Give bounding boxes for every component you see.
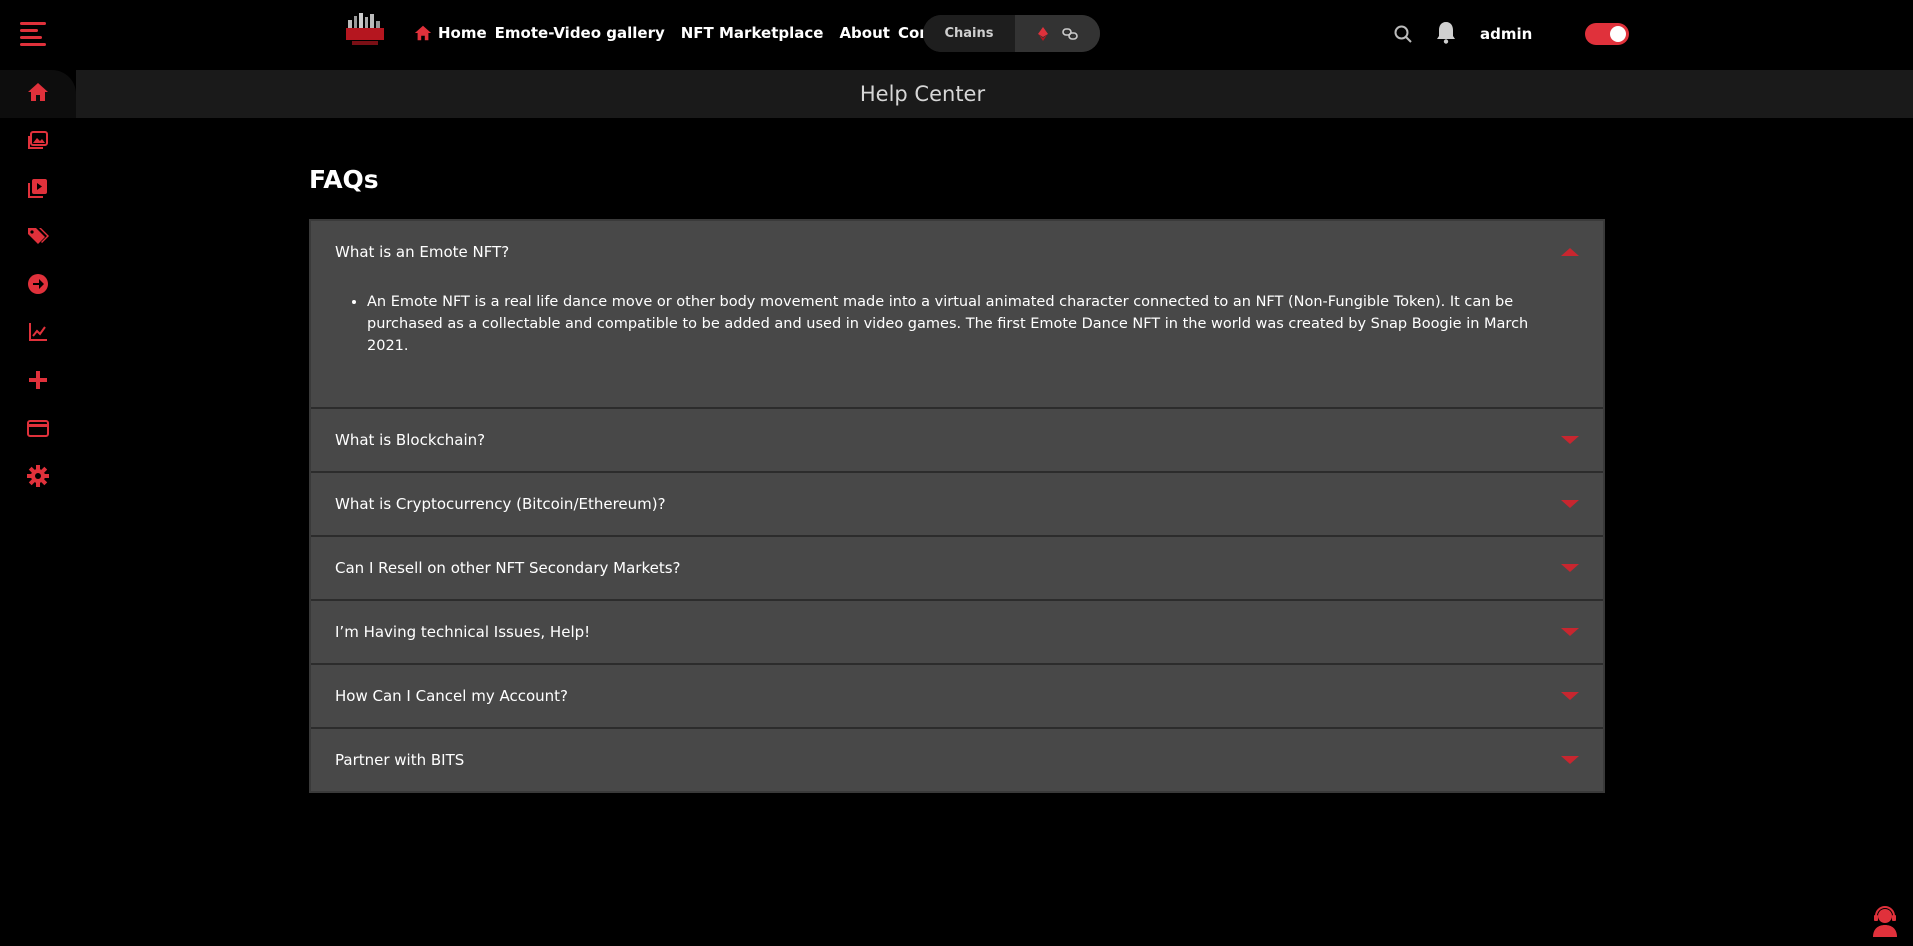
help-center-band: Help Center xyxy=(76,70,1913,118)
faq-item: What is Cryptocurrency (Bitcoin/Ethereum… xyxy=(311,473,1603,537)
chains-selector[interactable]: Chains xyxy=(923,15,1100,52)
chains-icons xyxy=(1015,15,1100,52)
faq-item: I’m Having technical Issues, Help! xyxy=(311,601,1603,665)
faq-question[interactable]: What is Blockchain? xyxy=(335,431,485,449)
card-icon[interactable] xyxy=(26,416,50,440)
chains-label[interactable]: Chains xyxy=(923,15,1015,52)
search-icon[interactable] xyxy=(1393,24,1413,44)
gallery-icon[interactable] xyxy=(26,128,50,152)
home-icon[interactable] xyxy=(414,24,432,42)
expand-arrow-icon[interactable] xyxy=(1561,628,1579,636)
faq-question-header[interactable]: What is an Emote NFT? xyxy=(311,221,1603,283)
toggle-knob xyxy=(1610,26,1626,42)
menu-icon[interactable] xyxy=(20,22,46,46)
faq-heading: FAQs xyxy=(309,165,379,194)
sidebar xyxy=(0,70,76,946)
faq-item: Partner with BITS xyxy=(311,729,1603,791)
theme-toggle[interactable] xyxy=(1585,23,1629,45)
bell-icon[interactable] xyxy=(1435,20,1457,44)
expand-arrow-icon[interactable] xyxy=(1561,436,1579,444)
expand-arrow-icon[interactable] xyxy=(1561,500,1579,508)
faq-question-header[interactable]: Partner with BITS xyxy=(311,729,1603,791)
user-name[interactable]: admin xyxy=(1480,25,1532,43)
faq-item: What is Blockchain? xyxy=(311,409,1603,473)
nav-home[interactable]: Home xyxy=(438,24,487,42)
faq-question-header[interactable]: I’m Having technical Issues, Help! xyxy=(311,601,1603,663)
nav-emote-video-gallery[interactable]: Emote-Video gallery xyxy=(495,24,665,42)
faq-item: Can I Resell on other NFT Secondary Mark… xyxy=(311,537,1603,601)
support-agent-icon[interactable] xyxy=(1870,905,1900,937)
main-nav: Home Emote-Video gallery NFT Marketplace… xyxy=(414,22,979,44)
faq-item: What is an Emote NFT? An Emote NFT is a … xyxy=(311,221,1603,409)
top-bar: Home Emote-Video gallery NFT Marketplace… xyxy=(0,0,1913,70)
faq-question[interactable]: What is an Emote NFT? xyxy=(335,243,509,261)
plus-icon[interactable] xyxy=(26,368,50,392)
faq-answer: An Emote NFT is a real life dance move o… xyxy=(311,283,1603,407)
faq-answer-text: An Emote NFT is a real life dance move o… xyxy=(367,291,1561,357)
faq-question-header[interactable]: What is Cryptocurrency (Bitcoin/Ethereum… xyxy=(311,473,1603,535)
faq-question[interactable]: How Can I Cancel my Account? xyxy=(335,687,568,705)
faq-question-header[interactable]: What is Blockchain? xyxy=(311,409,1603,471)
faq-question[interactable]: Partner with BITS xyxy=(335,751,464,769)
chart-icon[interactable] xyxy=(26,320,50,344)
gear-icon[interactable] xyxy=(26,464,50,488)
faq-question-header[interactable]: Can I Resell on other NFT Secondary Mark… xyxy=(311,537,1603,599)
faq-question[interactable]: What is Cryptocurrency (Bitcoin/Ethereum… xyxy=(335,495,666,513)
faq-item: How Can I Cancel my Account? xyxy=(311,665,1603,729)
ethereum-icon[interactable] xyxy=(1037,26,1048,41)
expand-arrow-icon[interactable] xyxy=(1561,756,1579,764)
nav-about[interactable]: About xyxy=(839,24,890,42)
page-title: Help Center xyxy=(859,82,986,106)
video-icon[interactable] xyxy=(26,176,50,200)
expand-arrow-icon[interactable] xyxy=(1561,692,1579,700)
expand-arrow-icon[interactable] xyxy=(1561,564,1579,572)
faq-question[interactable]: Can I Resell on other NFT Secondary Mark… xyxy=(335,559,681,577)
home-icon[interactable] xyxy=(26,80,50,104)
nav-nft-marketplace[interactable]: NFT Marketplace xyxy=(681,24,824,42)
bits-logo[interactable] xyxy=(344,12,386,48)
faq-question[interactable]: I’m Having technical Issues, Help! xyxy=(335,623,590,641)
faq-accordion: What is an Emote NFT? An Emote NFT is a … xyxy=(309,219,1605,793)
chain-link-icon[interactable] xyxy=(1061,27,1078,41)
faq-question-header[interactable]: How Can I Cancel my Account? xyxy=(311,665,1603,727)
tags-icon[interactable] xyxy=(26,224,50,248)
arrow-circle-icon[interactable] xyxy=(26,272,50,296)
collapse-arrow-icon[interactable] xyxy=(1561,248,1579,256)
